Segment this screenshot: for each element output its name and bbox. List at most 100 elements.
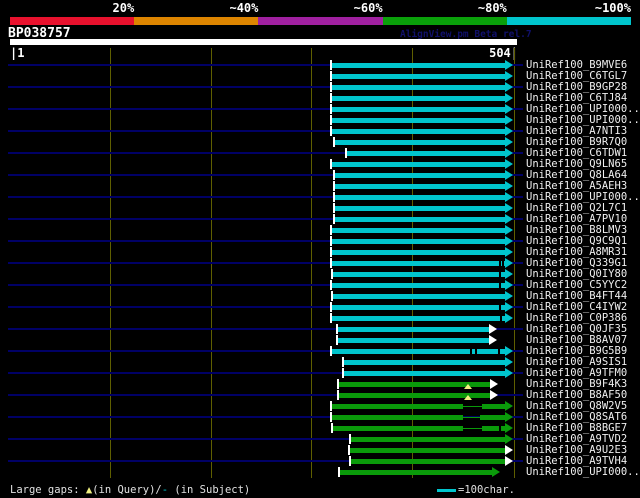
alignment-bar[interactable]: [482, 404, 505, 409]
alignment-bar[interactable]: [332, 283, 505, 288]
alignment-bar[interactable]: [335, 195, 505, 200]
alignment-arrowhead-icon: [505, 291, 513, 301]
alignment-arrowhead-icon: [505, 258, 513, 268]
alignment-bar[interactable]: [482, 426, 505, 431]
alignment-bar[interactable]: [332, 118, 505, 123]
alignment-arrowhead-icon: [505, 280, 513, 290]
alignment-arrowhead-icon: [489, 335, 497, 345]
alignment-bar[interactable]: [338, 327, 489, 332]
alignment-bar[interactable]: [332, 85, 505, 90]
alignment-arrowhead-icon: [505, 137, 513, 147]
alignment-arrowhead-icon: [505, 423, 513, 433]
alignment-arrowhead-icon: [505, 302, 513, 312]
unit-scale-line-icon: [437, 489, 456, 492]
alignment-arrowhead-icon: [505, 434, 513, 444]
alignment-bar[interactable]: [335, 184, 505, 189]
gap-tick: [499, 426, 501, 431]
alignment-bar[interactable]: [332, 305, 505, 310]
alignment-bar[interactable]: [332, 129, 505, 134]
alignment-arrowhead-icon: [505, 445, 513, 455]
gap-tick: [502, 261, 504, 266]
alignment-bar[interactable]: [335, 217, 505, 222]
identity-scale-segment: [10, 17, 135, 25]
alignment-bar[interactable]: [335, 140, 505, 145]
gap-legend: Large gaps: ▲(in Query)/- (in Subject): [10, 485, 250, 496]
alignment-bar[interactable]: [351, 459, 505, 464]
alignment-arrowhead-icon: [505, 313, 513, 323]
alignment-gap-line: [463, 417, 480, 418]
alignment-bar[interactable]: [480, 415, 505, 420]
alignment-bar[interactable]: [332, 63, 505, 68]
alignment-arrowhead-icon: [505, 236, 513, 246]
alignment-bar[interactable]: [332, 250, 505, 255]
large-gap-triangle-icon: [464, 395, 472, 400]
alignment-arrowhead-icon: [505, 126, 513, 136]
alignment-arrowhead-icon: [505, 214, 513, 224]
large-gap-triangle-icon: [464, 384, 472, 389]
alignment-bar[interactable]: [335, 206, 505, 211]
alignment-bar[interactable]: [332, 316, 505, 321]
alignment-arrowhead-icon: [505, 159, 513, 169]
alignment-bar[interactable]: [333, 426, 463, 431]
gap-tick: [475, 349, 477, 354]
gap-tick: [499, 305, 501, 310]
gap-tick: [470, 349, 472, 354]
identity-scale-segment: [134, 17, 259, 25]
alignview-overview: 20% ~40% ~60% ~80% ~100% BP038757 AlignView.…: [0, 0, 640, 498]
alignment-bar[interactable]: [332, 162, 505, 167]
gap-legend-query-text: (in Query)/: [92, 484, 162, 496]
alignment-arrowhead-icon: [505, 346, 513, 356]
gap-legend-subject-text: (in Subject): [168, 484, 251, 496]
alignment-arrowhead-icon: [505, 456, 513, 466]
gap-tick: [498, 349, 500, 354]
alignment-arrowhead-icon: [489, 324, 497, 334]
unit-scale-label: =100char.: [458, 484, 515, 496]
alignment-bar[interactable]: [344, 371, 505, 376]
alignment-bar[interactable]: [332, 239, 505, 244]
alignment-arrowhead-icon: [505, 357, 513, 367]
alignment-arrowhead-icon: [490, 379, 498, 389]
alignment-bar[interactable]: [332, 261, 505, 266]
alignment-bar[interactable]: [332, 415, 463, 420]
alignment-bar[interactable]: [347, 151, 505, 156]
alignment-bar[interactable]: [333, 294, 505, 299]
gap-legend-label: Large gaps:: [10, 484, 86, 496]
alignment-arrowhead-icon: [505, 71, 513, 81]
identity-scale-segment: [506, 17, 631, 25]
alignment-arrowhead-icon: [505, 225, 513, 235]
gap-tick: [499, 272, 501, 277]
alignment-arrowhead-icon: [505, 401, 513, 411]
alignment-bar[interactable]: [332, 404, 463, 409]
alignment-bar[interactable]: [332, 96, 505, 101]
alignment-arrowhead-icon: [505, 203, 513, 213]
alignment-bar[interactable]: [332, 107, 505, 112]
alignment-bar[interactable]: [332, 228, 505, 233]
alignment-arrowhead-icon: [505, 412, 513, 422]
alignment-arrowhead-icon: [505, 60, 513, 70]
alignment-arrowhead-icon: [505, 368, 513, 378]
alignment-bar[interactable]: [332, 74, 505, 79]
gap-tick: [499, 261, 501, 266]
gap-tick: [500, 316, 502, 321]
alignment-bar[interactable]: [351, 437, 505, 442]
alignment-bar[interactable]: [338, 338, 489, 343]
alignment-arrowhead-icon: [505, 93, 513, 103]
alignment-bar[interactable]: [344, 360, 505, 365]
identity-scale-tick-label: ~100%: [594, 1, 631, 15]
ruler-start-label: |1: [10, 46, 25, 60]
alignment-arrowhead-icon: [505, 115, 513, 125]
alignment-bar[interactable]: [333, 272, 505, 277]
alignment-arrowhead-icon: [505, 82, 513, 92]
alignment-arrowhead-icon: [505, 104, 513, 114]
alignment-arrowhead-icon: [505, 170, 513, 180]
query-sequence-bar: [10, 39, 517, 45]
identity-scale-segment: [382, 17, 507, 25]
alignment-bar[interactable]: [350, 448, 505, 453]
alignment-bar[interactable]: [335, 173, 505, 178]
alignment-bar[interactable]: [340, 470, 492, 475]
hit-label[interactable]: UniRef100_UPI000..: [526, 467, 640, 478]
alignment-gap-line: [463, 428, 482, 429]
alignment-bar[interactable]: [332, 349, 505, 354]
alignment-arrowhead-icon: [505, 148, 513, 158]
gap-tick: [499, 283, 501, 288]
